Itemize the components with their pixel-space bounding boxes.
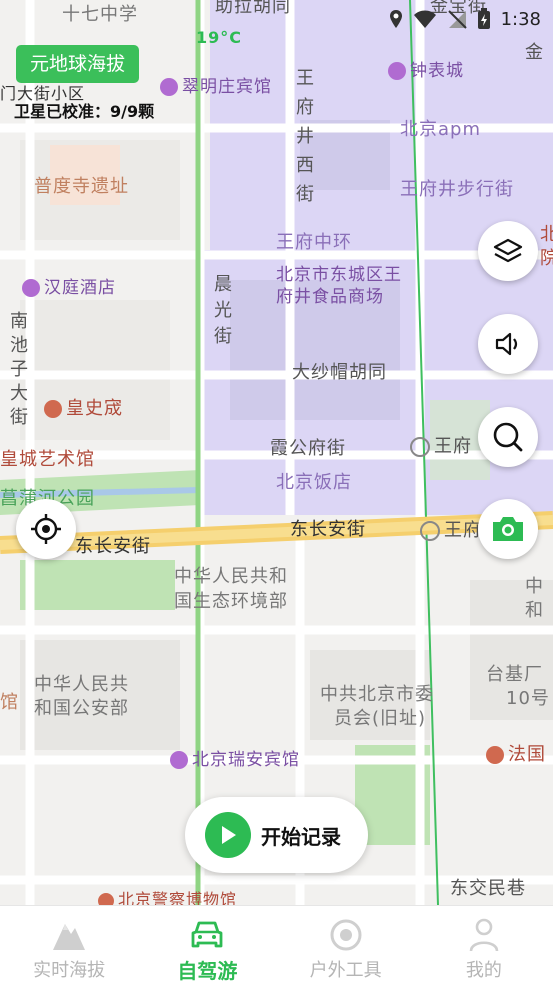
map-label: 十七中学 xyxy=(62,4,138,25)
start-record-button[interactable]: 开始记录 xyxy=(185,797,368,873)
tab-label: 自驾游 xyxy=(177,959,238,983)
search-icon xyxy=(493,422,523,452)
map-label: 中华人民共 xyxy=(34,674,129,695)
map-label: 中 xyxy=(525,576,544,597)
map-label: 大纱帽胡同 xyxy=(292,362,387,383)
layers-button[interactable] xyxy=(478,221,538,281)
altitude-source-tag[interactable]: 元地球海拔 xyxy=(16,45,140,83)
satellite-status: 卫星已校准：9/9颗 xyxy=(14,102,155,121)
tab-label: 实时海拔 xyxy=(33,960,106,981)
bottom-nav: 实时海拔 自驾游 户外工具 我的 xyxy=(0,905,553,984)
map-label: 中共北京市委 xyxy=(320,684,434,705)
play-icon xyxy=(205,812,251,858)
mountain-icon xyxy=(53,924,86,950)
station-wangfujing: 王府 xyxy=(410,432,472,458)
compass-icon xyxy=(330,919,362,951)
poi-huangshicheng[interactable]: 皇史宬 xyxy=(44,394,123,420)
street-nanchizi: 南池子大街 xyxy=(10,311,28,428)
map-label: 东长安街 xyxy=(290,519,366,540)
locate-icon xyxy=(31,514,61,544)
poi-french[interactable]: 法国 xyxy=(486,740,546,766)
user-icon xyxy=(469,918,499,952)
map-label: 员会(旧址) xyxy=(334,708,427,729)
station-wangfujing-2: 王府 xyxy=(420,516,482,542)
map-label: 台基厂 xyxy=(486,664,543,685)
search-button[interactable] xyxy=(478,407,538,467)
map-label: 皇城艺术馆 xyxy=(0,449,95,470)
map-label: 和 xyxy=(525,600,544,621)
wifi-icon xyxy=(413,10,436,28)
landmark-icon xyxy=(486,746,504,764)
map-label: 和国公安部 xyxy=(34,698,129,719)
hotel-icon xyxy=(170,751,188,769)
map-label: 中华人民共和 xyxy=(174,566,288,587)
map-label: 北京饭店 xyxy=(276,472,352,493)
subway-icon xyxy=(410,437,430,457)
map-label: 北京apm xyxy=(400,119,481,140)
voice-button[interactable] xyxy=(478,314,538,374)
map-label: 北 xyxy=(540,224,553,245)
map-label: 府井食品商场 xyxy=(276,287,384,307)
subway-icon xyxy=(420,521,440,541)
hotel-icon xyxy=(22,279,40,297)
map-label: 普度寺遗址 xyxy=(34,176,129,197)
map-label: 10号 xyxy=(506,688,550,709)
tab-profile[interactable]: 我的 xyxy=(415,906,553,984)
tab-label: 我的 xyxy=(465,960,502,981)
street-chenguang: 晨光街 xyxy=(214,274,232,347)
landmark-icon xyxy=(44,400,62,418)
status-time: 1:38 xyxy=(500,8,541,30)
hotel-icon xyxy=(160,78,178,96)
map-label: 馆 xyxy=(0,692,19,713)
tab-outdoor-tools[interactable]: 户外工具 xyxy=(277,906,415,984)
poi-police-museum[interactable]: 北京警察博物馆 xyxy=(98,886,237,905)
street-wangfujing-west: 王府井西街 xyxy=(296,68,314,205)
car-icon xyxy=(191,921,223,948)
signal-icon xyxy=(447,10,467,29)
museum-icon xyxy=(98,892,114,905)
map-label: 国生态环境部 xyxy=(174,591,288,612)
poi-clock[interactable]: 钟表城 xyxy=(388,56,464,81)
poi-ruian-hotel[interactable]: 北京瑞安宾馆 xyxy=(170,745,300,770)
poi-cuiming-hotel[interactable]: 翠明庄宾馆 xyxy=(160,72,272,97)
tab-road-trip[interactable]: 自驾游 xyxy=(138,906,276,984)
location-icon xyxy=(389,10,402,28)
tab-label: 户外工具 xyxy=(309,960,382,981)
map-label: 助拉胡同 xyxy=(215,0,291,17)
map-label: 东长安街 xyxy=(75,536,151,557)
map-label: 王府中环 xyxy=(276,232,352,253)
volume-icon xyxy=(495,332,518,356)
map-label: 金 xyxy=(525,42,544,63)
layers-icon xyxy=(493,238,523,263)
map-label: 东交民巷 xyxy=(450,878,526,899)
map-view[interactable]: 十七中学 助拉胡同 金宝街 门大街小区 19°C 翠明庄宾馆 王府井西街 钟表城… xyxy=(0,0,553,905)
camera-button[interactable] xyxy=(478,499,538,559)
weather-temp: 19°C xyxy=(196,28,243,47)
shop-icon xyxy=(388,62,406,80)
status-bar: 1:38 xyxy=(389,6,541,32)
poi-hanting[interactable]: 汉庭酒店 xyxy=(22,273,116,298)
tab-altitude[interactable]: 实时海拔 xyxy=(0,906,138,984)
map-label: 王府井步行街 xyxy=(400,179,514,200)
start-record-label: 开始记录 xyxy=(261,824,341,849)
map-label: 院 xyxy=(540,248,553,269)
map-label: 霞公府街 xyxy=(270,438,346,459)
battery-icon xyxy=(477,8,490,29)
camera-icon xyxy=(493,517,523,541)
locate-button[interactable] xyxy=(16,499,76,559)
